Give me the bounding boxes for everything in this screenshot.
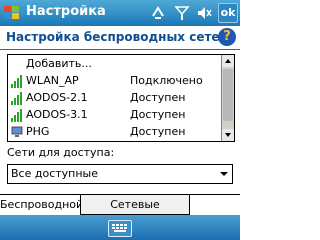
scroll-thumb[interactable] [223,69,233,121]
volume-muted-icon[interactable] [196,4,212,22]
page-header: Настройка беспроводных сетей ? [0,26,240,50]
tab-bar: Беспроводной Сетевые адаптеры [0,194,240,224]
window-title: Настройка [26,4,106,19]
signal-strength-icon[interactable] [174,4,190,22]
network-name: WLAN_AP [26,74,79,87]
network-status: Подключено [130,74,203,87]
network-name: PHG [26,125,50,138]
network-name: AODOS-3.1 [26,108,88,121]
page-title: Настройка беспроводных сетей [6,30,228,44]
add-network-item[interactable]: Добавить... [8,56,220,72]
signal-icon [11,109,22,122]
windows-start-icon[interactable] [2,3,22,23]
scroll-down-icon[interactable] [222,129,234,141]
vertical-scrollbar[interactable] [221,55,234,141]
access-networks-select[interactable]: Все доступные [7,164,233,184]
network-status: Доступен [130,125,186,138]
list-item[interactable]: PHG Доступен [8,124,220,140]
ok-button[interactable]: ok [218,3,238,23]
chevron-down-icon[interactable] [216,165,232,183]
tab-wireless[interactable]: Беспроводной [0,195,83,215]
signal-icon [11,92,22,105]
header-divider [0,49,240,50]
list-item[interactable]: AODOS-3.1 Доступен [8,107,220,123]
computer-network-icon [11,126,23,137]
list-item[interactable]: WLAN_AP Подключено [8,73,220,89]
tab-network-adapters[interactable]: Сетевые адаптеры [81,195,190,224]
signal-icon [11,75,22,88]
network-status: Доступен [130,91,186,104]
access-networks-value: Все доступные [11,167,98,180]
title-bar: Настройка ok [0,0,240,26]
network-name: AODOS-2.1 [26,91,88,104]
network-status: Доступен [130,108,186,121]
connectivity-icon[interactable] [150,4,166,22]
access-networks-label: Сети для доступа: [7,146,115,159]
soft-key-bar [0,215,240,240]
add-network-label: Добавить... [26,57,92,70]
scroll-up-icon[interactable] [222,55,234,67]
help-icon[interactable]: ? [218,28,236,46]
network-list[interactable]: Добавить... WLAN_AP Подключено AODOS-2.1… [7,54,235,142]
keyboard-icon[interactable] [108,220,132,237]
list-item[interactable]: AODOS-2.1 Доступен [8,90,220,106]
